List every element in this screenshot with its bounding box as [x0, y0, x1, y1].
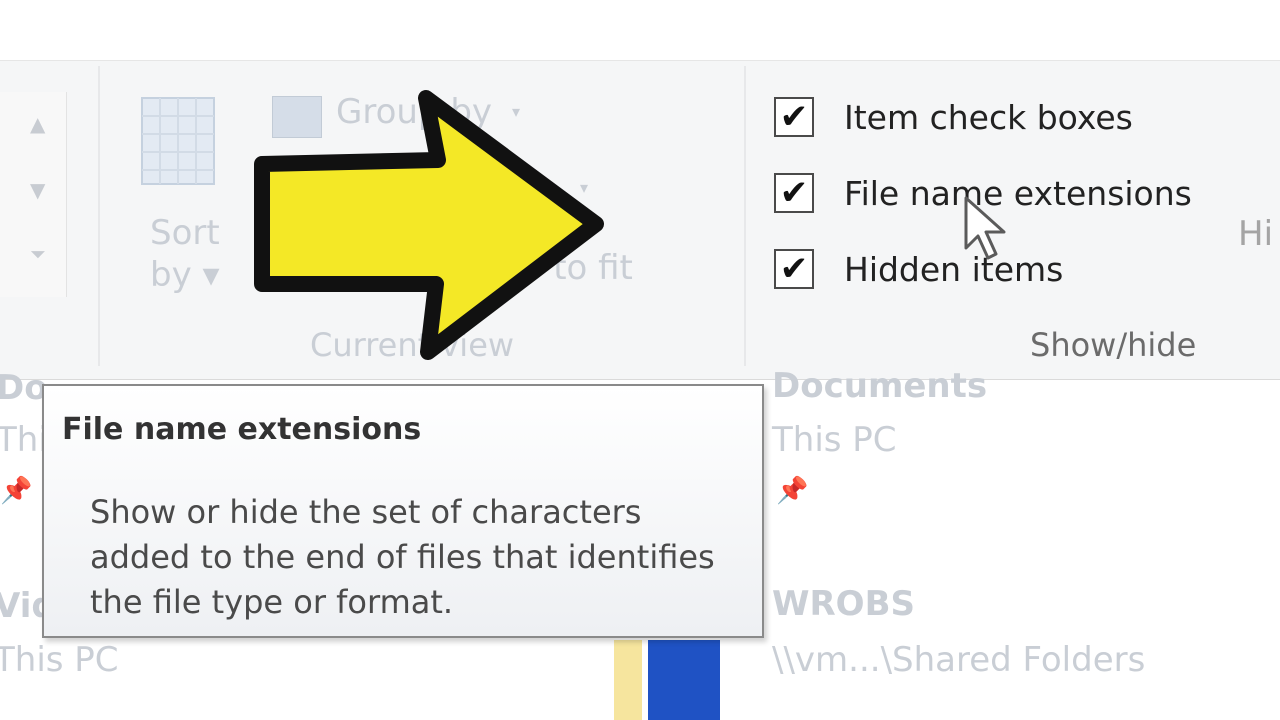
ribbon-separator [744, 66, 746, 366]
scroll-up-icon[interactable]: ▲ [30, 114, 45, 134]
pin-icon: 📌 [0, 476, 33, 506]
ribbon-separator [98, 66, 100, 366]
tooltip: File name extensions Show or hide the se… [42, 384, 764, 638]
tooltip-title: File name extensions [62, 412, 422, 447]
item-check-boxes-option[interactable]: ✔ Item check boxes [774, 94, 1133, 140]
documents-tile-name[interactable]: Documents [772, 366, 987, 406]
layout-gallery-scroll[interactable]: ▲ ▼ ⏷ [0, 92, 67, 297]
hidden-items-label: Hidden items [844, 249, 1064, 289]
item-check-boxes-label: Item check boxes [844, 97, 1133, 137]
annotation-arrow-icon [254, 90, 604, 360]
hide-selected-items-button[interactable]: Hi [1238, 214, 1273, 254]
show-hide-group-label: Show/hide [1030, 326, 1197, 364]
hidden-items-checkbox[interactable]: ✔ [774, 249, 814, 289]
folder-thumbnail [614, 640, 642, 720]
file-name-extensions-label: File name extensions [844, 173, 1192, 213]
file-name-extensions-checkbox[interactable]: ✔ [774, 173, 814, 213]
folder-thumbnail [648, 640, 720, 720]
quick-access-tile-location: Thi [0, 420, 48, 460]
quick-access-tile-location: This PC [0, 640, 119, 680]
network-folder-tile-name[interactable]: WROBS [772, 584, 915, 624]
sort-by-icon[interactable] [140, 96, 220, 188]
quick-access-tile-name[interactable]: Do [0, 368, 48, 408]
gallery-more-icon[interactable]: ⏷ [30, 244, 46, 264]
item-check-boxes-checkbox[interactable]: ✔ [774, 97, 814, 137]
mouse-cursor-icon [964, 196, 1006, 260]
tooltip-description: Show or hide the set of characters added… [90, 493, 715, 621]
pin-icon: 📌 [776, 476, 809, 506]
sort-by-button[interactable]: Sort by ▾ [150, 212, 220, 296]
network-folder-tile-location: \\vm...\Shared Folders [772, 640, 1146, 680]
scroll-down-icon[interactable]: ▼ [30, 180, 45, 200]
documents-tile-location: This PC [772, 420, 897, 460]
hidden-items-option[interactable]: ✔ Hidden items [774, 246, 1063, 292]
